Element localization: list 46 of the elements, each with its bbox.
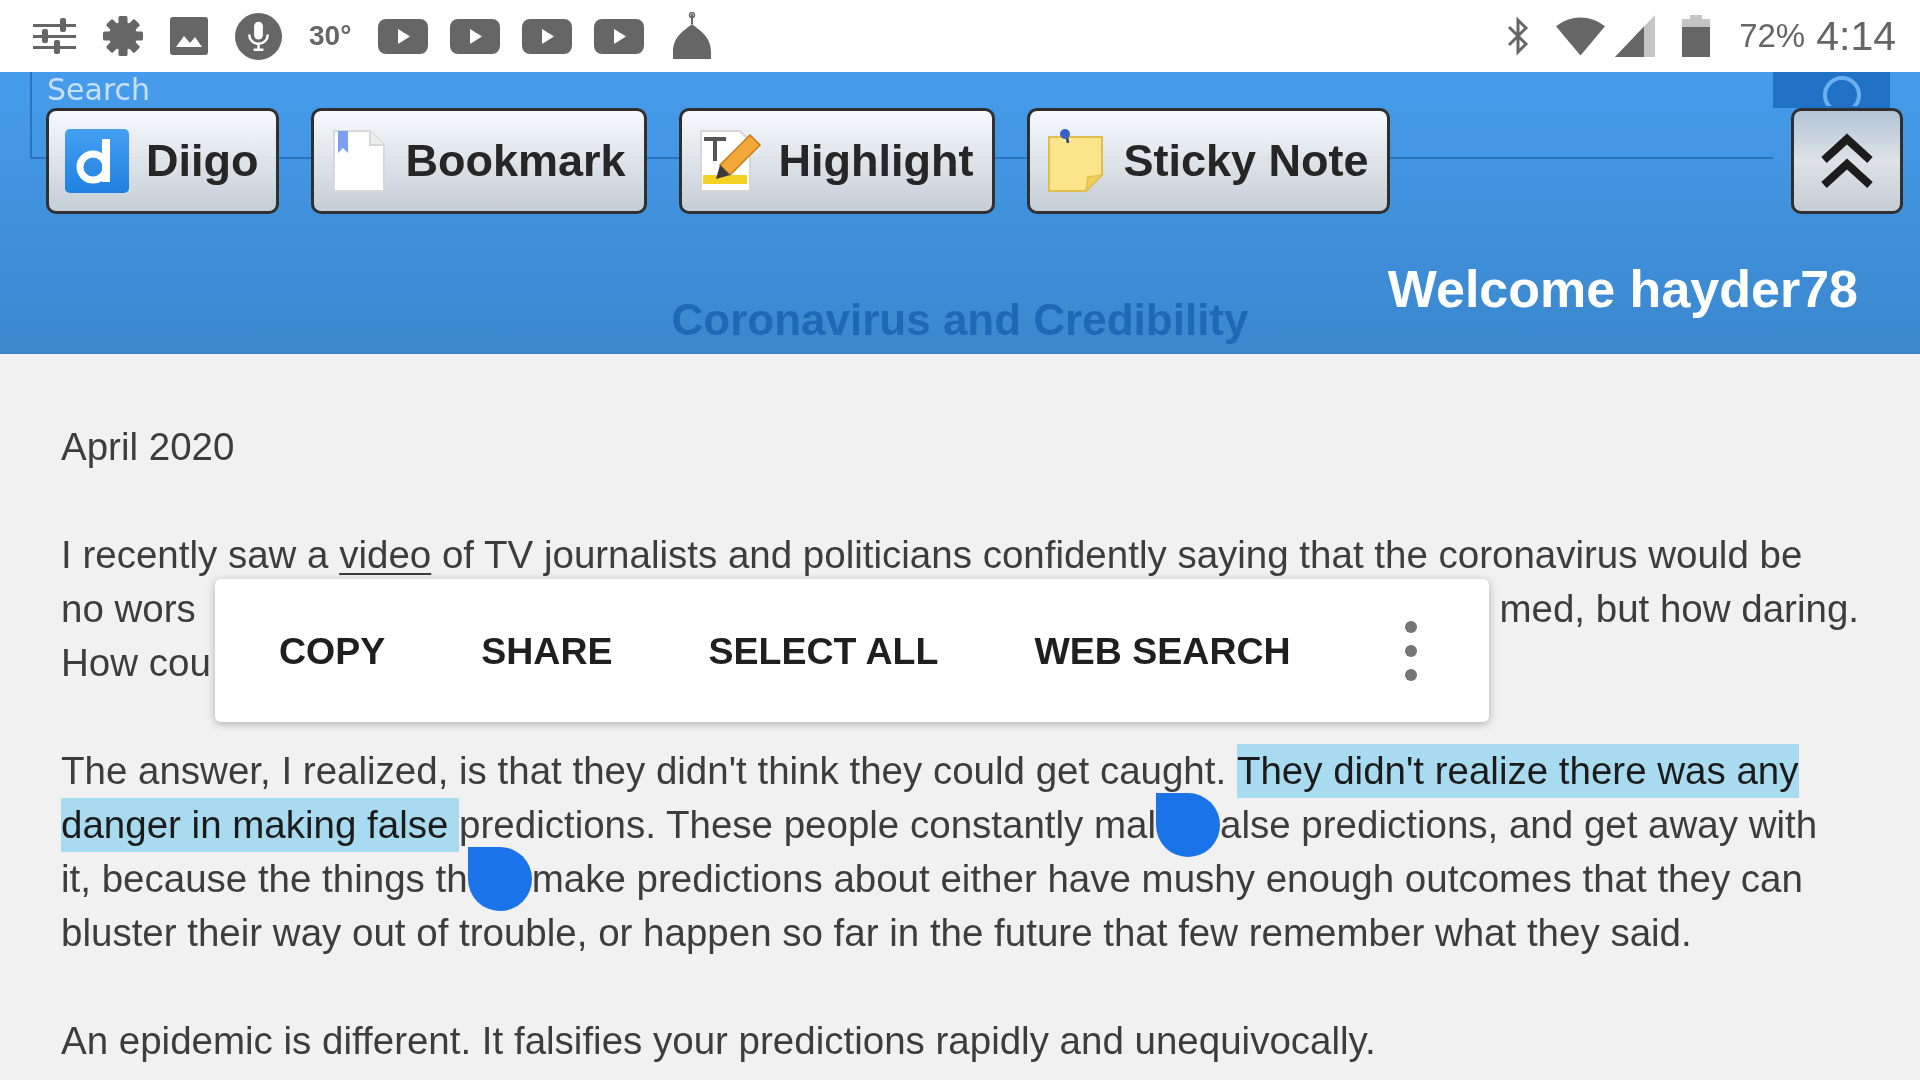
menu-item[interactable]: WEB SEARCH xyxy=(986,579,1339,722)
link[interactable]: video xyxy=(339,533,432,576)
bluetooth-icon xyxy=(1507,15,1530,57)
signal-icon xyxy=(1615,15,1656,57)
toolbar-button[interactable]: Sticky Note xyxy=(1026,108,1390,214)
microphone-icon xyxy=(235,12,282,60)
dome-icon xyxy=(671,12,714,60)
play-button-icon xyxy=(594,18,645,54)
toolbar-button[interactable]: Diigo xyxy=(46,108,280,214)
welcome-text: Welcome hayder78 xyxy=(1387,259,1858,319)
sticky-note-icon xyxy=(1045,129,1107,193)
collapse-button[interactable] xyxy=(1791,108,1903,214)
body-text: predictions. These people constantly mal xyxy=(459,802,1157,848)
menu-item[interactable]: SHARE xyxy=(433,579,661,722)
toolbar-button[interactable]: Highlight xyxy=(678,108,995,214)
body-text: no wors xyxy=(61,586,196,632)
body-text: make predictions about either have mushy enough outcomes that they can xyxy=(531,856,1803,902)
gear-icon xyxy=(103,16,143,56)
selected-text: They didn't realize there was any xyxy=(1236,744,1799,798)
temperature-text: 30° xyxy=(309,19,352,53)
body-text: alse predictions, and get away with xyxy=(1220,802,1818,848)
wifi-icon xyxy=(1555,15,1607,57)
body-text: How cou xyxy=(61,640,211,686)
battery-text: 72% xyxy=(1739,16,1806,56)
toolbar-button[interactable]: Bookmark xyxy=(311,108,647,214)
body-text: I recently saw a video of TV journalists and politicians confidently saying that the coronavirus would be xyxy=(61,532,1803,578)
sliders-icon xyxy=(33,18,76,54)
image-icon xyxy=(170,17,208,55)
menu-item[interactable]: COPY xyxy=(231,579,434,722)
play-button-icon xyxy=(450,18,501,54)
text-highlighter-icon xyxy=(697,129,762,193)
clock-text: 4:14 xyxy=(1816,13,1896,59)
body-text: bluster their way out of trouble, or happen so far in the future that few remember what they said. xyxy=(61,910,1692,956)
battery-icon xyxy=(1682,15,1711,57)
logo-icon xyxy=(65,129,129,193)
play-button-icon xyxy=(378,18,429,54)
body-text: An epidemic is different. It falsifies your predictions rapidly and unequivocally. xyxy=(61,1018,1376,1064)
body-text: it, because the things th xyxy=(61,856,468,902)
menu-item[interactable]: SELECT ALL xyxy=(660,579,987,722)
search-icon xyxy=(1821,76,1863,106)
date-text: April 2020 xyxy=(61,424,235,470)
body-text: med, but how daring. xyxy=(1499,586,1859,632)
more-icon xyxy=(1405,620,1417,681)
play-button-icon xyxy=(522,18,573,54)
body-text: The answer, I realized, is that they didn't think they could get caught. xyxy=(61,748,1228,794)
selected-text: danger in making false xyxy=(61,798,460,852)
